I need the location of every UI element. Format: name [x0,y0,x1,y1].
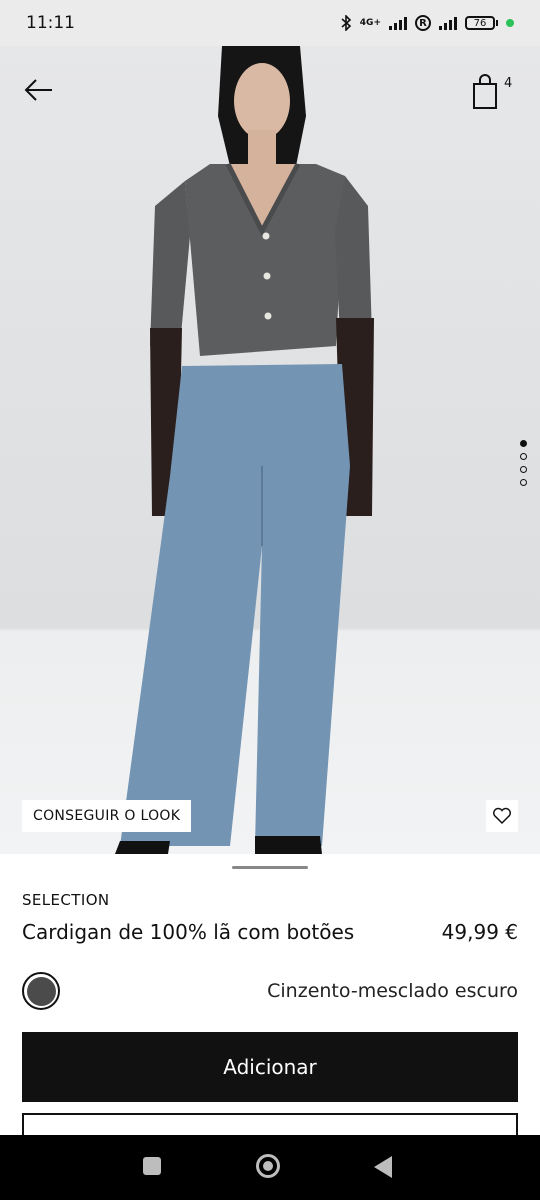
product-details-sheet: SELECTION Cardigan de 100% lã com botões… [0,854,540,1143]
favorite-button[interactable] [486,800,518,832]
registered-icon: R [415,15,431,31]
add-to-bag-button[interactable]: Adicionar [22,1032,518,1102]
sheet-handle[interactable] [232,866,308,869]
arrow-left-icon[interactable] [22,76,56,104]
signal-icon [389,16,407,30]
network-type: 4G+ [359,18,381,28]
product-image[interactable]: 4 CONSEGUIR O LOOK [0,46,540,854]
battery-icon: 76 [465,16,498,30]
pager-dot[interactable] [520,440,527,447]
system-nav-bar [0,1135,540,1200]
status-time: 11:11 [26,13,75,33]
battery-level: 76 [465,16,495,30]
get-the-look-button[interactable]: CONSEGUIR O LOOK [22,800,192,832]
brand-label: SELECTION [22,891,110,909]
back-icon[interactable] [374,1156,392,1178]
pager-dot[interactable] [520,479,527,486]
gallery-pager [520,440,527,486]
active-dot-icon [506,19,514,27]
color-name: Cinzento-mesclado escuro [267,980,518,1002]
wifi-signal-icon [439,16,457,30]
color-swatch[interactable] [22,972,60,1010]
status-bar: 11:11 4G+ R 76 [0,0,540,46]
home-icon[interactable] [256,1154,280,1178]
product-price: 49,99 € [441,920,518,944]
status-icons: 4G+ R 76 [340,15,514,31]
swatch-fill [26,976,56,1006]
bag-count: 4 [504,76,513,91]
pager-dot[interactable] [520,453,527,460]
product-name: Cardigan de 100% lã com botões [22,920,355,944]
recent-apps-icon[interactable] [143,1157,161,1175]
bluetooth-icon [341,15,351,31]
model-photo [115,46,374,854]
pager-dot[interactable] [520,466,527,473]
heart-icon [493,807,511,825]
